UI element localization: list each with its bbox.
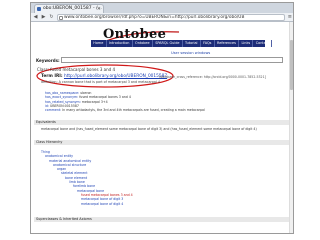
superclasses-header: Superclasses & Inherited Axioms [34, 217, 290, 222]
nav-item[interactable]: FAQs [201, 40, 215, 47]
annotation-row: comment: In many artiodactyls, the 3rd a… [45, 108, 205, 112]
hierarchy-node[interactable]: metacarpal bone of digit 4 [41, 202, 133, 206]
tab-title: obo:UBERON_001587 - /... [43, 6, 102, 11]
page-icon [59, 16, 63, 20]
site-nav: Home Introduction Ontobee SPARQL Guide Tutor… [91, 40, 293, 47]
back-icon[interactable]: ◀ [32, 14, 39, 21]
favicon-icon [37, 7, 41, 11]
url-text: www.ontobee.org/browser/rdf.php?o=UBERON… [64, 15, 245, 20]
scrollbar-thumb[interactable] [290, 40, 293, 90]
class-heading: Class: fused metacarpal bones 3 and 4 [37, 67, 115, 72]
definition-text: definition: A cannon bone that is part o… [41, 80, 161, 84]
annotations-list: has_obo_namespace: uberon has_exact_synon… [45, 91, 205, 112]
nav-item[interactable]: Contact [253, 40, 273, 47]
equivalents-header: Equivalents [34, 120, 290, 125]
close-tab-icon[interactable]: × [97, 5, 101, 13]
reload-icon[interactable]: ↻ [48, 14, 55, 21]
browser-window: obo:UBERON_001587 - /... × ◀ ▶ ↻ www.ont… [30, 2, 294, 234]
term-iri-line: Term IRI: http://purl.obolibrary.org/obo… [41, 74, 167, 79]
term-iri-label: Term IRI: [41, 74, 63, 79]
nav-item[interactable]: References [215, 40, 240, 47]
cross-reference-text: [database_cross_reference: http://orcid.… [159, 75, 266, 79]
nav-item[interactable]: Tutorial [183, 40, 201, 47]
browser-tab[interactable]: obo:UBERON_001587 - /... × [34, 4, 104, 13]
annotation-key: comment: [45, 108, 62, 113]
url-field[interactable]: www.ontobee.org/browser/rdf.php?o=UBERON… [57, 14, 285, 21]
scrollbar[interactable] [289, 22, 293, 233]
nav-item[interactable]: Ontobee [133, 40, 153, 47]
nav-item[interactable]: Links [239, 40, 254, 47]
class-hierarchy-tree: Thing anatomical entity material anatomica… [41, 150, 133, 206]
annotation-value: In many artiodactyls, the 3rd and 4th me… [62, 108, 205, 113]
equivalents-line[interactable]: metacarpal bone and (has_fused_element s… [41, 127, 257, 131]
address-bar: ◀ ▶ ↻ www.ontobee.org/browser/rdf.php?o=… [31, 13, 293, 22]
nav-item[interactable]: Introduction [107, 40, 133, 47]
forward-icon[interactable]: ▶ [40, 14, 47, 21]
class-hierarchy-header: Class Hierarchy [34, 140, 290, 145]
nav-item[interactable]: Home [91, 40, 107, 47]
user-sessions-link[interactable]: User session windows [171, 51, 210, 55]
annotation-value: metacarpal 3+4 [81, 99, 108, 104]
term-iri-link[interactable]: http://purl.obolibrary.org/obo/UBERON_00… [64, 74, 167, 79]
nav-item[interactable]: SPARQL Guide [153, 40, 183, 47]
menu-icon[interactable]: ≡ [288, 14, 292, 21]
tab-strip: obo:UBERON_001587 - /... × [31, 3, 293, 13]
